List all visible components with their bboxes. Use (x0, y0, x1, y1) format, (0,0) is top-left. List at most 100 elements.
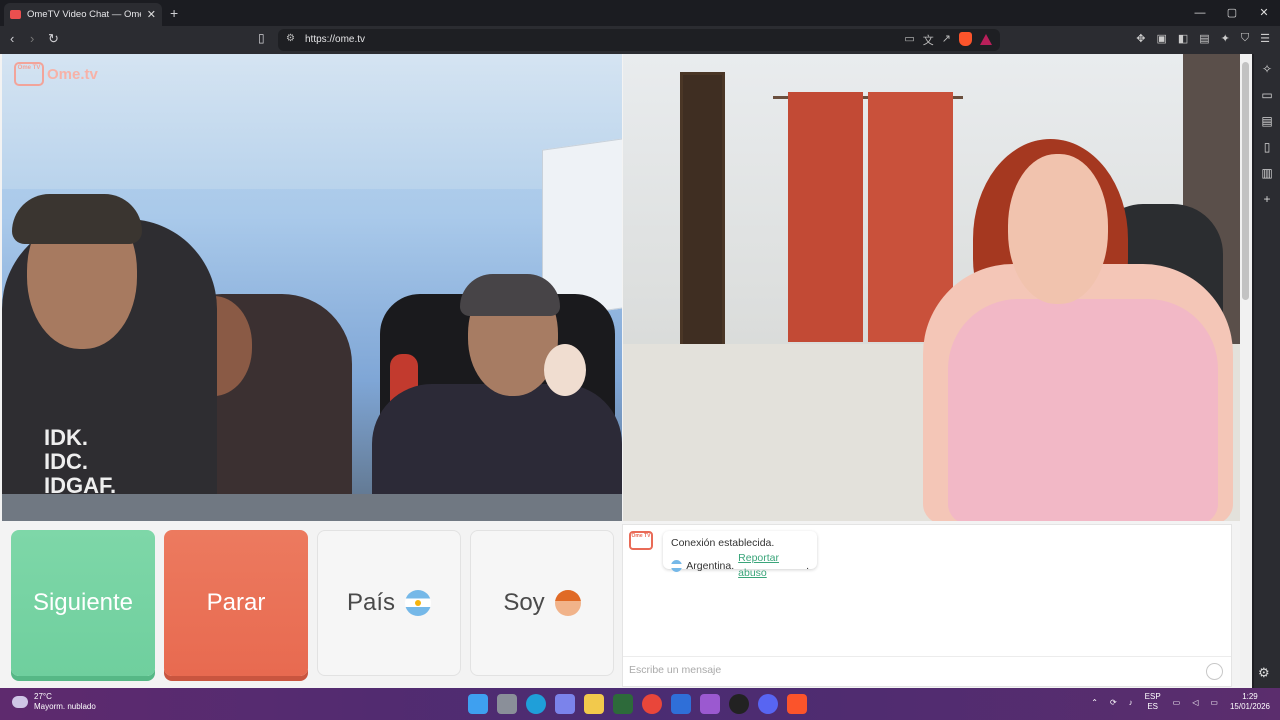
scene-person-left-cap (12, 194, 142, 244)
playlist-icon[interactable]: ▭ (1261, 88, 1272, 102)
leo-icon[interactable]: ✧ (1262, 62, 1272, 76)
toolbar-actions: ✥ ▣ ◧ ▤ ✦ ⛉ ☰ (1136, 32, 1270, 45)
sync-icon[interactable]: ⟳ (1110, 698, 1117, 707)
task-view-icon[interactable] (497, 694, 517, 714)
ometv-logo: Ome TV Ome.tv (14, 62, 98, 86)
brave-icon[interactable] (787, 694, 807, 714)
clock-time: 1:29 (1242, 692, 1258, 701)
chat-panel: Ome TV Conexión establecida. Argentina. … (622, 524, 1232, 687)
navigation-bar: ‹ › ↻ ▯ ⚙ https://ome.tv ▭ 文 ↗ ✥ ▣ ◧ ▤ ✦… (0, 26, 1280, 54)
tray-overflow-icon[interactable]: ⌃ (1091, 698, 1098, 707)
scene-person-right-cap (460, 274, 560, 316)
vpn-icon[interactable]: ⛉ (1241, 32, 1249, 45)
scene-person-face (1008, 154, 1108, 304)
scene-microphone (544, 344, 586, 396)
edge-icon[interactable] (526, 694, 546, 714)
browser-sidebar: ✧ ▭ ▤ ▯ ▥ + (1254, 54, 1280, 688)
ometv-logo-icon: Ome TV (14, 62, 44, 86)
message-input[interactable] (629, 664, 1189, 676)
menu-icon[interactable]: ☰ (1260, 32, 1270, 45)
tab-bar: OmeTV Video Chat — Omegle ✕ + — ▢ ✕ (0, 0, 1280, 26)
site-info-icon[interactable]: ⚙ (286, 33, 295, 44)
microphone-icon[interactable]: ♪ (1129, 698, 1133, 707)
taskbar: 27°C Mayorm. nublado ⌃ ⟳ ♪ ESP ES ▭ ◁ ▭ … (0, 688, 1280, 720)
leo-ai-icon[interactable]: ✦ (1221, 32, 1230, 45)
gender-button-label: Soy (503, 589, 545, 616)
taskbar-apps (468, 694, 807, 714)
report-suffix: . (806, 559, 809, 572)
obs-icon[interactable] (729, 694, 749, 714)
remote-video (623, 54, 1240, 521)
tab-search-icon[interactable]: ▣ (1156, 32, 1166, 45)
teams-icon[interactable] (555, 694, 575, 714)
clock[interactable]: 1:29 15/01/2026 (1230, 692, 1270, 712)
battery-icon[interactable]: ▭ (1210, 698, 1218, 707)
ometv-page: IDK. IDC. IDGAF. Ome TV Ome.tv Siguiente… (0, 54, 1250, 688)
minimize-button[interactable]: — (1184, 0, 1216, 26)
url-text[interactable]: https://ome.tv (305, 34, 365, 45)
back-icon[interactable]: ‹ (10, 31, 14, 46)
weather-widget[interactable]: 27°C Mayorm. nublado (12, 692, 96, 712)
maximize-button[interactable]: ▢ (1216, 0, 1248, 26)
start-icon[interactable] (468, 694, 488, 714)
emoji-icon[interactable] (1206, 663, 1223, 680)
argentina-flag-icon (405, 590, 432, 616)
tab-close-icon[interactable]: ✕ (147, 8, 156, 21)
tab-ometv[interactable]: OmeTV Video Chat — Omegle ✕ (4, 3, 162, 26)
scene-curtain-left (788, 92, 863, 342)
close-window-button[interactable]: ✕ (1248, 0, 1280, 26)
sidebar-settings-icon[interactable]: ⚙ (1258, 665, 1270, 681)
weather-condition: Mayorm. nublado (34, 702, 96, 711)
country-button-label: País (346, 589, 396, 616)
minecraft-icon[interactable] (613, 694, 633, 714)
new-tab-button[interactable]: + (170, 5, 178, 21)
chrome-icon[interactable] (642, 694, 662, 714)
scene-person-dress (948, 299, 1218, 521)
country-button[interactable]: País (317, 530, 461, 676)
connection-status: Conexión establecida. (671, 537, 775, 549)
stop-button-label: Parar (206, 589, 266, 616)
brave-shields-icon[interactable] (959, 32, 972, 46)
gender-button[interactable]: Soy (470, 530, 614, 676)
add-sidebar-item-icon[interactable]: + (1263, 192, 1270, 206)
message-bar (623, 656, 1231, 686)
media-player-icon[interactable] (700, 694, 720, 714)
reload-icon[interactable]: ↻ (48, 31, 59, 47)
bookmarks-sidebar-icon[interactable]: ▯ (1264, 140, 1271, 154)
address-bar[interactable]: ⚙ https://ome.tv ▭ 文 ↗ (278, 29, 1000, 51)
language-bottom: ES (1147, 702, 1158, 711)
brave-rewards-icon[interactable] (980, 34, 992, 45)
volume-icon[interactable]: ◁ (1192, 698, 1198, 707)
clock-date: 15/01/2026 (1229, 702, 1270, 711)
scene-door (680, 72, 725, 382)
file-explorer-icon[interactable] (584, 694, 604, 714)
scrollbar-thumb[interactable] (1242, 62, 1249, 300)
reading-list-icon[interactable]: ▥ (1261, 166, 1272, 180)
share-icon[interactable]: ↗ (942, 32, 951, 48)
defender-icon[interactable] (671, 694, 691, 714)
temperature: 27°C (34, 692, 52, 701)
language-top: ESP (1144, 692, 1161, 701)
stop-button[interactable]: Parar (164, 530, 308, 676)
scene-desk (2, 494, 622, 521)
language-indicator[interactable]: ESP ES (1145, 692, 1161, 712)
page-scrollbar[interactable] (1240, 54, 1252, 688)
ometv-favicon-icon (10, 10, 21, 19)
next-button[interactable]: Siguiente (11, 530, 155, 676)
network-icon[interactable]: ▭ (1173, 698, 1181, 707)
report-abuse-link[interactable]: Reportar abuso (738, 551, 806, 581)
translate-icon[interactable]: 文 (923, 32, 934, 48)
ometv-logo-text: Ome.tv (47, 65, 98, 83)
sidebar-toggle-icon[interactable]: ◧ (1178, 32, 1188, 45)
ometv-chat-icon: Ome TV (629, 531, 653, 550)
cast-icon[interactable]: ▭ (904, 32, 914, 48)
forward-icon[interactable]: › (30, 31, 34, 46)
wallet-sidebar-icon[interactable]: ▤ (1261, 114, 1272, 128)
bookmark-icon[interactable]: ▯ (258, 31, 265, 45)
wallet-icon[interactable]: ▤ (1199, 32, 1209, 45)
partner-country: Argentina. (686, 559, 735, 572)
system-tray: ⌃ ⟳ ♪ ESP ES ▭ ◁ ▭ 1:29 15/01/2026 (1091, 692, 1270, 712)
discord-icon[interactable] (758, 694, 778, 714)
shirt-print: IDK. IDC. IDGAF. (44, 425, 117, 498)
extensions-icon[interactable]: ✥ (1136, 32, 1145, 45)
